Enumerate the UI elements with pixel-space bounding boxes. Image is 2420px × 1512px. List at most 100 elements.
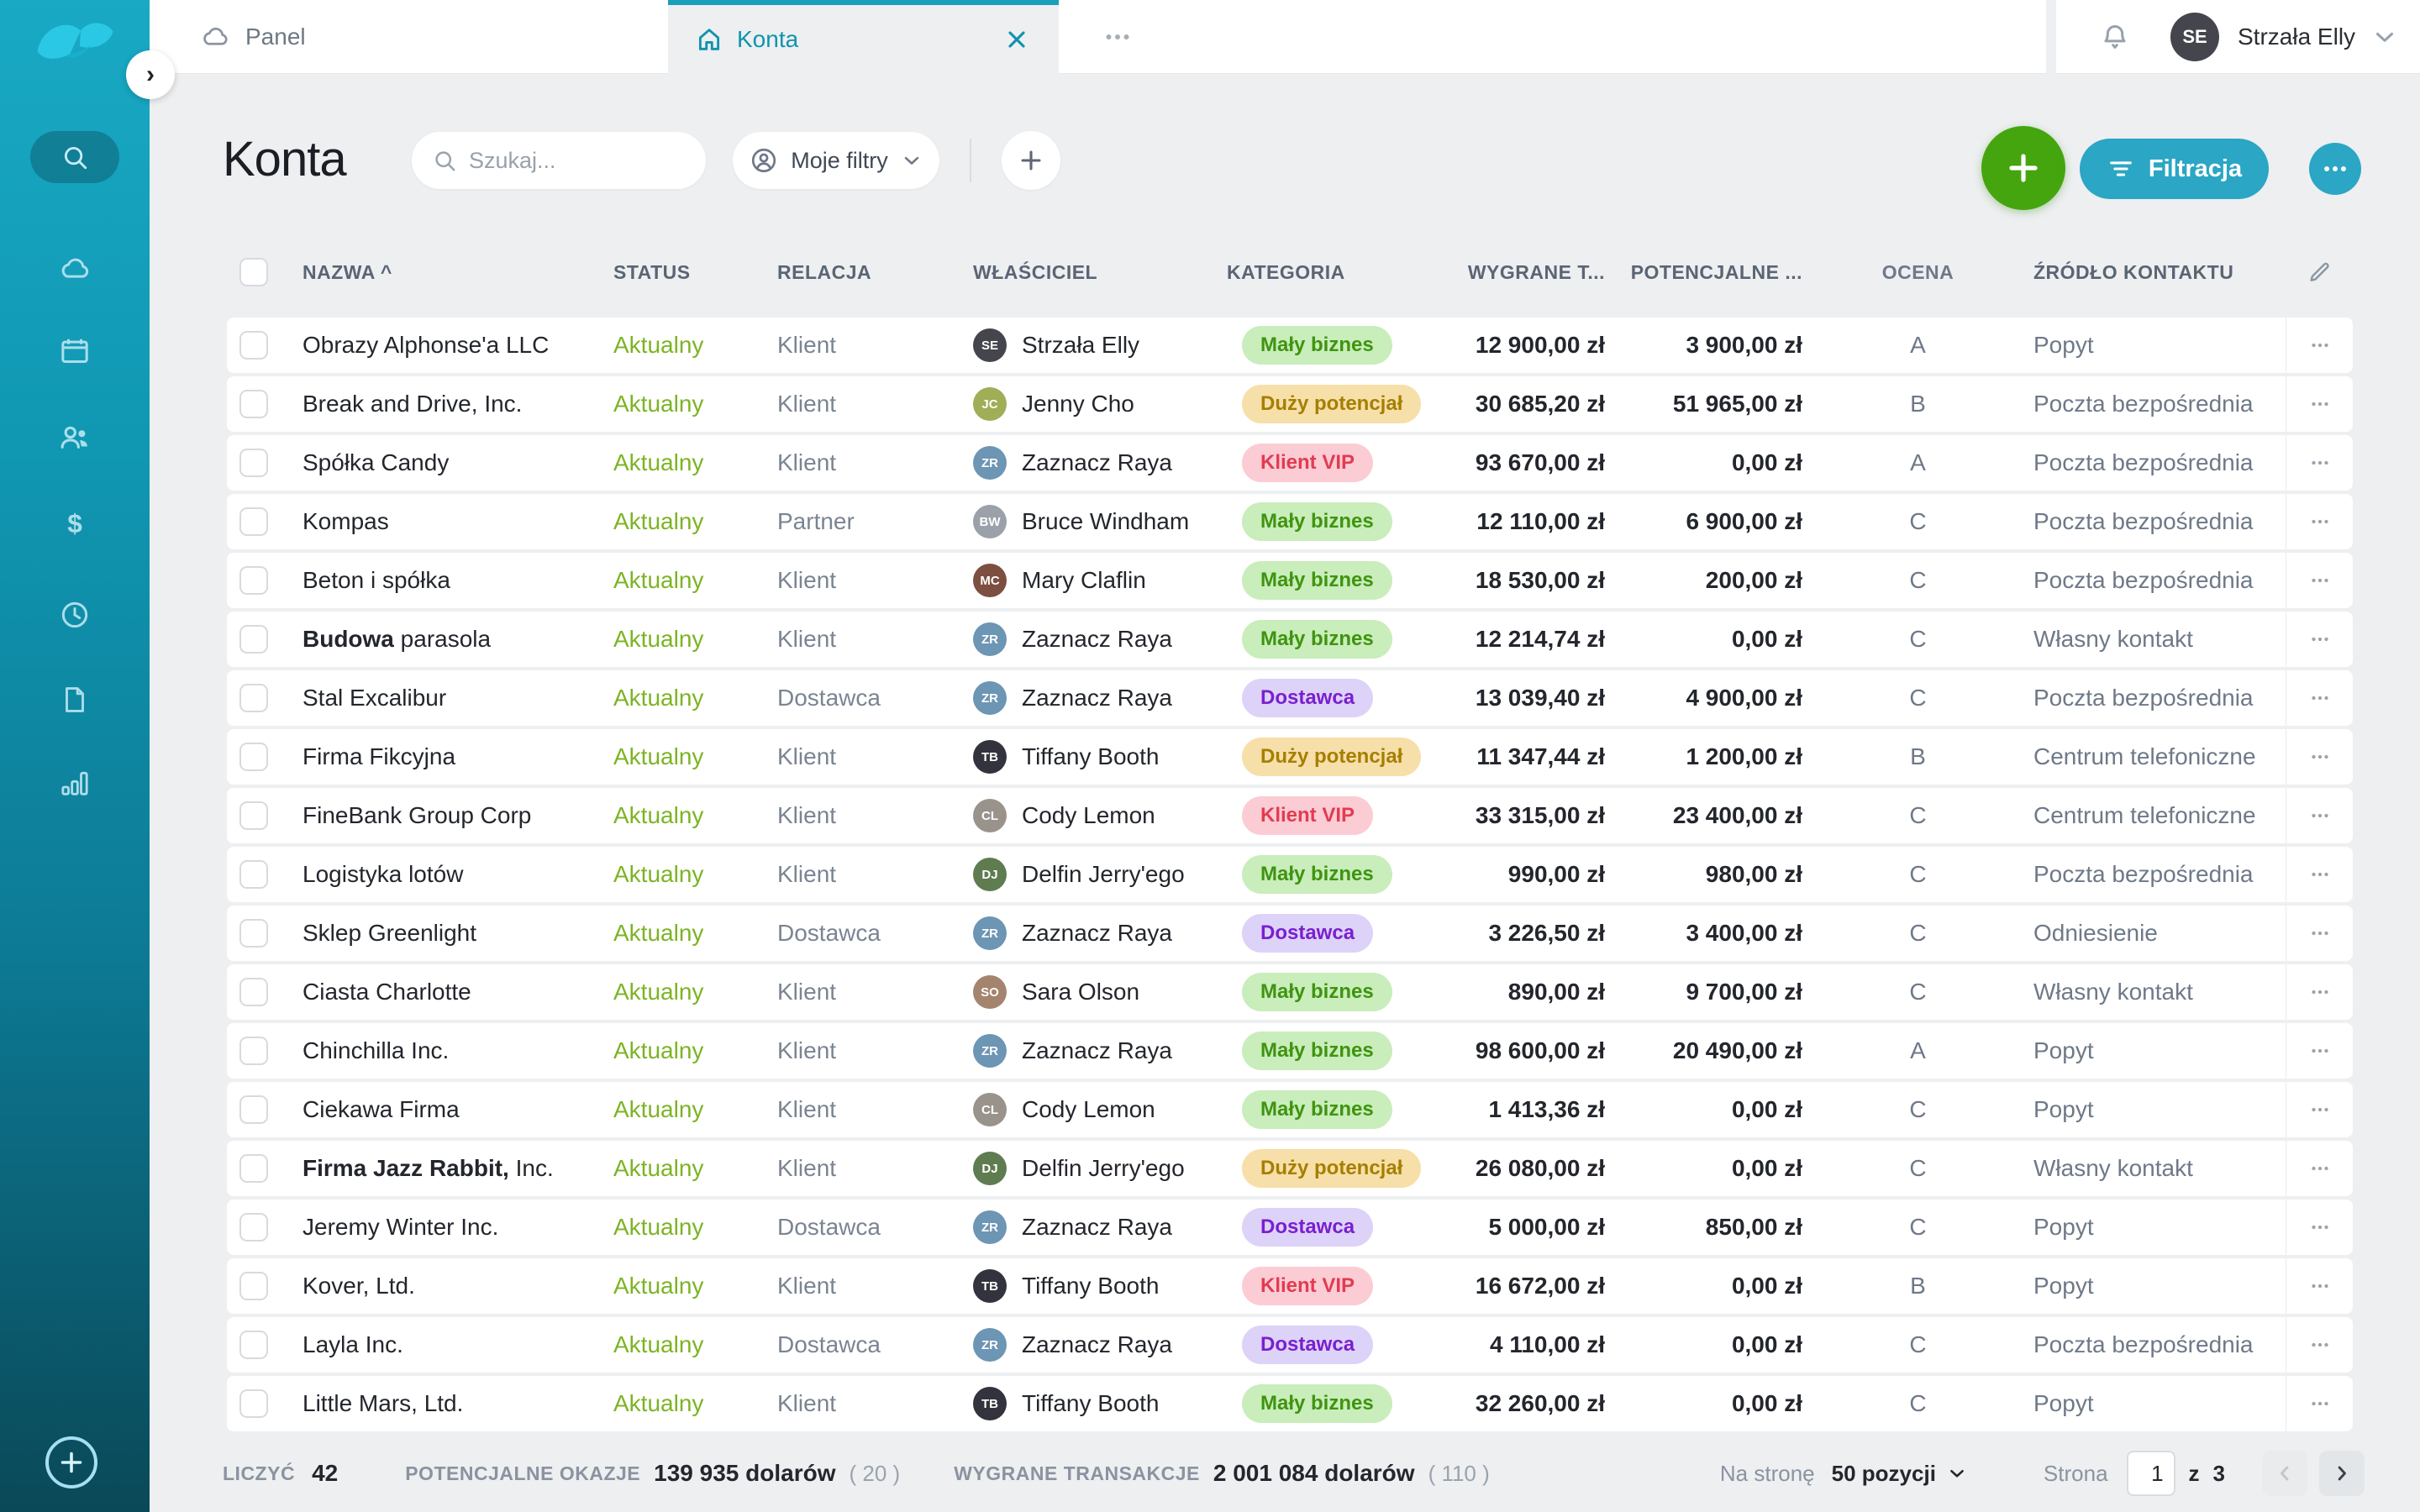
row-menu-button[interactable]	[2286, 612, 2353, 667]
row-checkbox[interactable]	[239, 625, 268, 654]
row-checkbox[interactable]	[239, 1389, 268, 1418]
account-row[interactable]: Ciasta Charlotte Aktualny Klient SO Sara…	[227, 964, 2353, 1020]
account-row[interactable]: Obrazy Alphonse'a LLC Aktualny Klient SE…	[227, 318, 2353, 373]
more-actions-button[interactable]	[2309, 143, 2361, 195]
account-row[interactable]: Beton i spółka Aktualny Klient MC Mary C…	[227, 553, 2353, 608]
document-icon	[59, 684, 91, 716]
row-checkbox[interactable]	[239, 743, 268, 771]
column-header-category[interactable]: KATEGORIA	[1227, 261, 1454, 284]
sidebar-item-contacts[interactable]	[0, 420, 150, 455]
sidebar-search-button[interactable]	[30, 131, 119, 183]
search-input[interactable]	[469, 148, 686, 174]
account-row[interactable]: Kover, Ltd. Aktualny Klient TB Tiffany B…	[227, 1258, 2353, 1314]
next-page-button[interactable]	[2319, 1451, 2365, 1496]
row-menu-button[interactable]	[2286, 1023, 2353, 1079]
row-menu-button[interactable]	[2286, 376, 2353, 432]
row-checkbox[interactable]	[239, 331, 268, 360]
row-menu-button[interactable]	[2286, 847, 2353, 902]
row-checkbox[interactable]	[239, 566, 268, 595]
chevron-down-icon[interactable]	[2370, 23, 2399, 51]
select-all-checkbox[interactable]	[239, 258, 268, 286]
my-filters-dropdown[interactable]: Moje filtry	[733, 132, 939, 189]
tab-panel[interactable]: Panel	[150, 0, 668, 74]
sidebar-item-calendar[interactable]	[0, 334, 150, 368]
edit-columns-button[interactable]	[2286, 259, 2353, 286]
row-checkbox[interactable]	[239, 684, 268, 712]
row-menu-button[interactable]	[2286, 318, 2353, 373]
row-checkbox[interactable]	[239, 1037, 268, 1065]
account-row[interactable]: Little Mars, Ltd. Aktualny Klient TB Tif…	[227, 1376, 2353, 1431]
sidebar-item-reports[interactable]	[0, 766, 150, 800]
row-checkbox[interactable]	[239, 978, 268, 1006]
account-row[interactable]: FineBank Group Corp Aktualny Klient CL C…	[227, 788, 2353, 843]
sidebar-item-documents[interactable]	[0, 684, 150, 716]
account-row[interactable]: Firma Fikcyjna Aktualny Klient TB Tiffan…	[227, 729, 2353, 785]
row-checkbox[interactable]	[239, 919, 268, 948]
bell-icon[interactable]	[2098, 20, 2132, 54]
sidebar-item-dashboard[interactable]	[0, 252, 150, 286]
column-header-source[interactable]: ŹRÓDŁO KONTAKTU	[2033, 261, 2286, 284]
filter-button[interactable]: Filtracja	[2080, 139, 2269, 199]
column-header-potential[interactable]: POTENCJALNE ...	[1605, 261, 1802, 284]
row-checkbox[interactable]	[239, 507, 268, 536]
prev-page-button[interactable]	[2262, 1451, 2307, 1496]
column-header-status[interactable]: STATUS	[613, 261, 777, 284]
column-header-won[interactable]: WYGRANE T...	[1454, 261, 1605, 284]
row-checkbox[interactable]	[239, 860, 268, 889]
page-number-input[interactable]	[2127, 1451, 2175, 1496]
close-icon[interactable]	[1003, 26, 1030, 53]
tab-more-button[interactable]	[1084, 0, 1151, 74]
column-header-relation[interactable]: RELACJA	[777, 261, 973, 284]
account-row[interactable]: Ciekawa Firma Aktualny Klient CL Cody Le…	[227, 1082, 2353, 1137]
account-row[interactable]: Break and Drive, Inc. Aktualny Klient JC…	[227, 376, 2353, 432]
account-row[interactable]: Chinchilla Inc. Aktualny Klient ZR Zazna…	[227, 1023, 2353, 1079]
row-menu-button[interactable]	[2286, 670, 2353, 726]
row-checkbox[interactable]	[239, 1272, 268, 1300]
row-checkbox[interactable]	[239, 1154, 268, 1183]
user-avatar[interactable]: SE	[2170, 13, 2219, 61]
column-header-name[interactable]: NAZWA ^	[302, 261, 613, 284]
account-row[interactable]: Sklep Greenlight Aktualny Dostawca ZR Za…	[227, 906, 2353, 961]
row-menu-button[interactable]	[2286, 1200, 2353, 1255]
per-page-select[interactable]: 50 pozycji	[1832, 1461, 1968, 1487]
account-row[interactable]: Budowa parasola Aktualny Klient ZR Zazna…	[227, 612, 2353, 667]
row-menu-button[interactable]	[2286, 964, 2353, 1020]
sidebar-add-button[interactable]	[45, 1436, 97, 1488]
account-row[interactable]: Jeremy Winter Inc. Aktualny Dostawca ZR …	[227, 1200, 2353, 1255]
account-row[interactable]: Kompas Aktualny Partner BW Bruce Windham…	[227, 494, 2353, 549]
row-menu-button[interactable]	[2286, 729, 2353, 785]
add-account-button[interactable]	[1981, 126, 2065, 210]
account-row[interactable]: Stal Excalibur Aktualny Dostawca ZR Zazn…	[227, 670, 2353, 726]
row-checkbox[interactable]	[239, 1331, 268, 1359]
row-checkbox[interactable]	[239, 390, 268, 418]
sidebar-item-activities[interactable]	[0, 598, 150, 632]
app-logo-icon[interactable]	[25, 10, 124, 69]
account-row[interactable]: Firma Jazz Rabbit, Inc. Aktualny Klient …	[227, 1141, 2353, 1196]
row-menu-button[interactable]	[2286, 435, 2353, 491]
add-view-button[interactable]	[1002, 131, 1060, 190]
row-menu-button[interactable]	[2286, 494, 2353, 549]
account-relation: Klient	[777, 861, 973, 888]
sidebar-expand-button[interactable]: ›	[126, 50, 175, 99]
row-menu-button[interactable]	[2286, 553, 2353, 608]
account-row[interactable]: Layla Inc. Aktualny Dostawca ZR Zaznacz …	[227, 1317, 2353, 1373]
row-checkbox[interactable]	[239, 1213, 268, 1242]
row-checkbox[interactable]	[239, 1095, 268, 1124]
row-menu-button[interactable]	[2286, 906, 2353, 961]
tab-konta[interactable]: Konta	[668, 0, 1059, 74]
column-header-owner[interactable]: WŁAŚCICIEL	[973, 261, 1227, 284]
column-header-rating[interactable]: OCENA	[1802, 261, 2033, 284]
row-menu-button[interactable]	[2286, 1082, 2353, 1137]
row-checkbox[interactable]	[239, 801, 268, 830]
row-menu-button[interactable]	[2286, 1141, 2353, 1196]
potential-amount: 0,00 zł	[1605, 1331, 1802, 1358]
sidebar-item-deals[interactable]: $	[0, 507, 150, 541]
row-menu-button[interactable]	[2286, 1376, 2353, 1431]
account-row[interactable]: Spółka Candy Aktualny Klient ZR Zaznacz …	[227, 435, 2353, 491]
owner-name: Tiffany Booth	[1022, 743, 1159, 770]
row-menu-button[interactable]	[2286, 788, 2353, 843]
row-menu-button[interactable]	[2286, 1317, 2353, 1373]
row-checkbox[interactable]	[239, 449, 268, 477]
account-row[interactable]: Logistyka lotów Aktualny Klient DJ Delfi…	[227, 847, 2353, 902]
row-menu-button[interactable]	[2286, 1258, 2353, 1314]
